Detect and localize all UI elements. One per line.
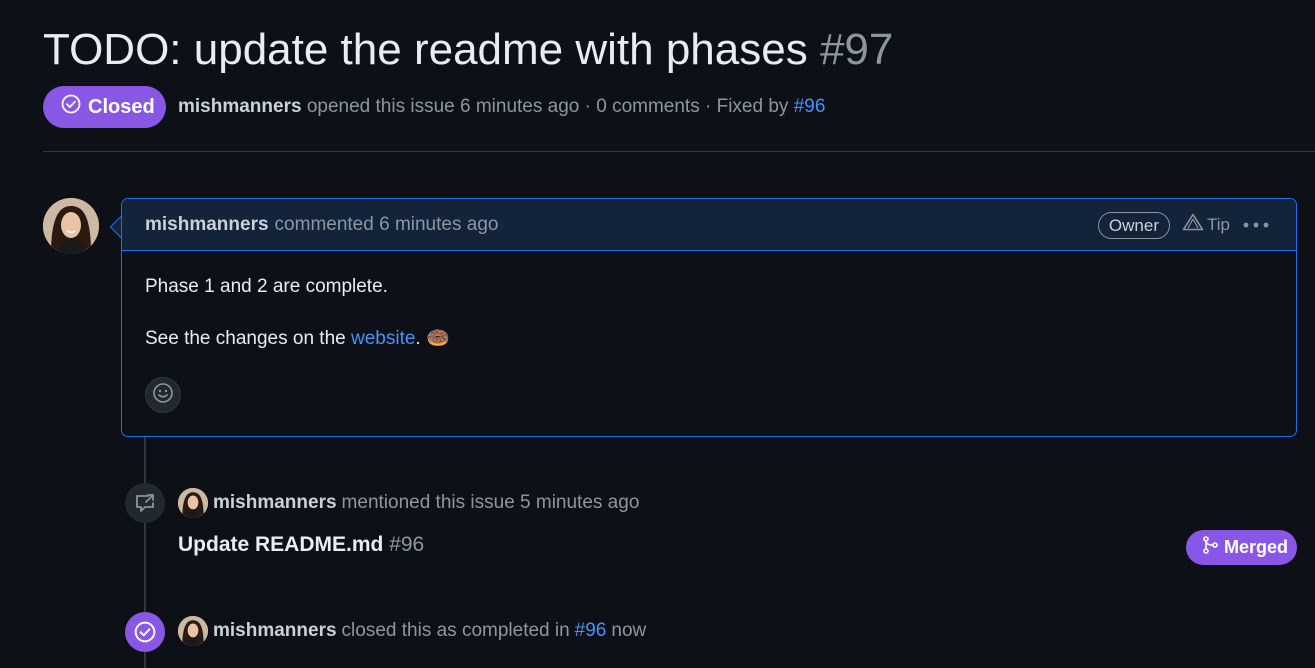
closed-text: closed this as completed in <box>341 620 570 641</box>
comment-header: mishmanners commented 6 minutes ago Owne… <box>122 199 1296 251</box>
issue-state-badge: Closed <box>43 86 166 128</box>
mention-author-link[interactable]: mishmanners <box>213 492 337 514</box>
kebab-icon[interactable] <box>1242 211 1270 239</box>
issue-state-label: Closed <box>88 95 155 118</box>
comment-text-prefix: See the changes on the <box>145 328 346 349</box>
fixed-by-link[interactable]: #96 <box>794 96 826 117</box>
closed-author-link[interactable]: mishmanners <box>213 620 337 642</box>
referenced-pr: Update README.md #96 <box>178 533 424 557</box>
comment-author-link[interactable]: mishmanners <box>145 214 269 236</box>
merge-icon <box>1202 536 1218 559</box>
avatar[interactable] <box>178 488 208 518</box>
issue-meta-text: opened this issue 6 minutes ago · 0 comm… <box>306 96 789 117</box>
add-reaction-button[interactable] <box>145 377 181 413</box>
closed-event: mishmanners closed this as completed in … <box>178 616 646 646</box>
issue-meta: mishmanners opened this issue 6 minutes … <box>178 95 825 119</box>
issue-title-text: TODO: update the readme with phases <box>43 25 808 74</box>
comment-body: Phase 1 and 2 are complete. See the chan… <box>122 251 1296 351</box>
tip-label: Tip <box>1207 214 1230 234</box>
comment-box: mishmanners commented 6 minutes ago Owne… <box>121 198 1297 437</box>
closed-ref-link[interactable]: #96 <box>575 620 607 642</box>
comment-paragraph-2: See the changes on the website. 🍩 <box>145 327 1273 351</box>
issue-number: #97 <box>819 25 894 74</box>
comment-text-suffix: . 🍩 <box>415 328 450 349</box>
header-divider <box>43 151 1315 152</box>
comment-time[interactable]: commented 6 minutes ago <box>275 214 499 236</box>
mention-event: mishmanners mentioned this issue 5 minut… <box>178 488 639 518</box>
owner-badge: Owner <box>1097 212 1170 239</box>
triangle-tip-icon <box>1182 213 1204 236</box>
avatar[interactable] <box>43 198 99 254</box>
smiley-icon <box>152 382 174 409</box>
merged-label: Merged <box>1224 537 1289 557</box>
tip-button[interactable]: Tip <box>1182 213 1230 236</box>
referenced-pr-title[interactable]: Update README.md <box>178 533 383 556</box>
issue-author-link[interactable]: mishmanners <box>178 96 302 117</box>
merged-badge: Merged <box>1186 530 1297 565</box>
issue-page: TODO: update the readme with phases #97 … <box>0 0 1315 668</box>
check-circle-icon <box>61 94 81 120</box>
mention-text: mentioned this issue 5 minutes ago <box>341 492 640 513</box>
referenced-pr-number: #96 <box>389 533 425 556</box>
website-link[interactable]: website <box>351 328 415 349</box>
issue-title: TODO: update the readme with phases #97 <box>43 24 893 76</box>
closed-time[interactable]: now <box>611 620 646 642</box>
avatar[interactable] <box>178 616 208 646</box>
check-circle-icon <box>125 612 165 652</box>
cross-reference-icon <box>125 483 165 523</box>
comment-paragraph-1: Phase 1 and 2 are complete. <box>145 276 388 297</box>
